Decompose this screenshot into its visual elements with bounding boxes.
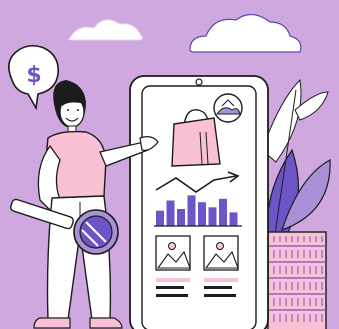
bar <box>177 209 185 226</box>
shopping-analytics-illustration: $ <box>0 0 339 329</box>
bar <box>208 207 217 226</box>
bar <box>198 202 206 226</box>
coin-stack <box>267 231 327 329</box>
bar <box>219 198 227 226</box>
image-badge-icon <box>213 93 243 123</box>
dollar-sign: $ <box>26 63 41 88</box>
image-tile-left <box>155 235 191 271</box>
bar <box>229 212 238 226</box>
bar <box>187 195 196 226</box>
camera-dot <box>195 78 203 86</box>
bar <box>166 200 175 226</box>
bar <box>156 210 164 226</box>
image-tile-right <box>203 235 239 271</box>
